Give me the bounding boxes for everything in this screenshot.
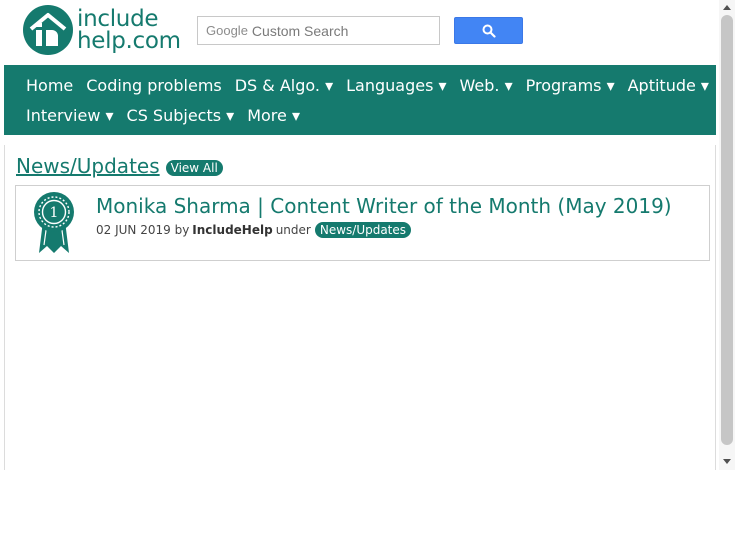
google-brand-label: Google — [206, 23, 248, 38]
nav-item-more[interactable]: More ▾ — [247, 106, 300, 126]
scrollbar-thumb[interactable] — [721, 15, 733, 445]
search-box[interactable]: Google — [197, 16, 440, 45]
page-viewport: include help.com Google Home Coding prob… — [0, 0, 735, 470]
triangle-up-icon — [723, 4, 731, 10]
post-card: 1 Monika Sharma | Content Writer of the … — [15, 185, 710, 261]
post-author: IncludeHelp — [192, 223, 273, 237]
nav-item-interview[interactable]: Interview ▾ — [26, 106, 114, 126]
nav-item-programs[interactable]: Programs ▾ — [526, 76, 615, 96]
logo-wordmark: include help.com — [77, 6, 181, 54]
vertical-scrollbar[interactable] — [719, 0, 735, 470]
post-date: 02 JUN 2019 — [96, 223, 171, 237]
nav-item-aptitude[interactable]: Aptitude ▾ — [628, 76, 709, 96]
search-button[interactable] — [454, 17, 523, 44]
search-icon — [482, 24, 496, 38]
badge-number: 1 — [50, 205, 59, 221]
section-title-link[interactable]: News/Updates — [16, 154, 160, 178]
main-navigation: Home Coding problems DS & Algo. ▾ Langua… — [4, 65, 716, 135]
view-all-button[interactable]: View All — [165, 160, 223, 176]
house-logo-icon — [23, 5, 73, 55]
nav-item-web[interactable]: Web. ▾ — [460, 76, 513, 96]
post-under-label: under — [275, 223, 311, 237]
nav-row-2: Interview ▾ CS Subjects ▾ More ▾ — [26, 106, 313, 126]
nav-item-languages[interactable]: Languages ▾ — [346, 76, 446, 96]
post-meta: 02 JUN 2019 by IncludeHelp under News/Up… — [96, 222, 412, 238]
nav-item-cs-subjects[interactable]: CS Subjects ▾ — [127, 106, 235, 126]
scroll-up-button[interactable] — [719, 0, 735, 14]
section-header: News/Updates View All — [16, 154, 223, 178]
post-by-label: by — [174, 223, 190, 237]
nav-item-home[interactable]: Home — [26, 76, 73, 96]
nav-row-1: Home Coding problems DS & Algo. ▾ Langua… — [26, 76, 722, 96]
search-input[interactable] — [251, 22, 422, 39]
triangle-down-icon — [723, 458, 731, 464]
logo-line-2: help.com — [77, 28, 181, 54]
site-logo[interactable]: include help.com — [22, 3, 187, 57]
logo-line-1: include — [77, 6, 159, 32]
scroll-down-button[interactable] — [719, 454, 735, 468]
award-ribbon-icon: 1 — [34, 192, 74, 253]
post-title-link[interactable]: Monika Sharma | Content Writer of the Mo… — [96, 194, 672, 218]
nav-item-coding-problems[interactable]: Coding problems — [86, 76, 221, 96]
post-category-tag[interactable]: News/Updates — [314, 222, 412, 238]
nav-item-ds-algo[interactable]: DS & Algo. ▾ — [235, 76, 333, 96]
